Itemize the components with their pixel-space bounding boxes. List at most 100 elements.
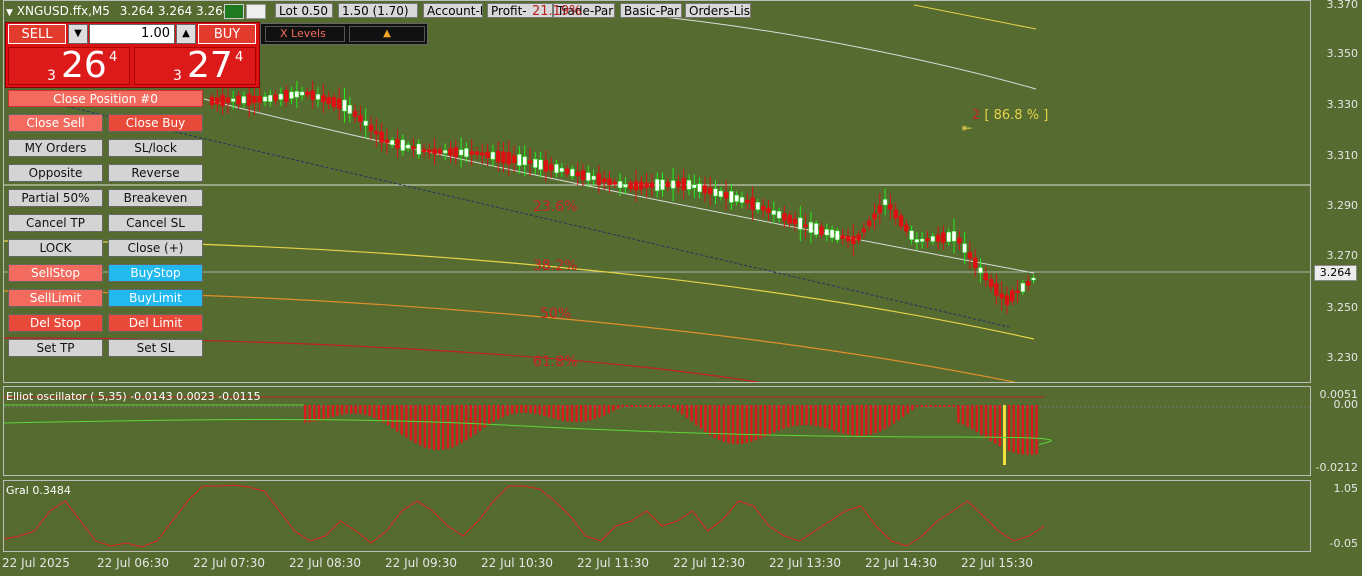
oscillator-bar [598,405,601,418]
lot-increase-button[interactable]: ▲ [176,24,196,44]
price-axis-label: 3.310 [1326,149,1359,162]
time-axis-label: 22 Jul 2025 [2,556,70,570]
candle-body [575,171,580,177]
buy-stop-button[interactable]: BuyStop [108,264,203,282]
candle-body [262,96,268,102]
oscillator-bar [823,405,827,429]
oscillator-bar [860,405,863,436]
breakeven-button[interactable]: Breakeven [108,189,203,207]
chart-mode-icon[interactable] [246,4,266,19]
candle-body [548,164,554,171]
reverse-button[interactable]: Reverse [108,164,203,182]
sl-lock-button[interactable]: SL/lock [108,139,203,157]
set-sl-button[interactable]: Set SL [108,339,203,357]
cancel-tp-button[interactable]: Cancel TP [8,214,103,232]
time-axis-label: 22 Jul 10:30 [481,556,553,570]
xlevels-expand-button[interactable]: ▲ [349,26,425,42]
oscillator-bar [727,405,730,444]
buy-limit-button[interactable]: BuyLimit [108,289,203,307]
candle-body [596,173,602,185]
sell-stop-button[interactable]: SellStop [8,264,103,282]
partial-close-button[interactable]: Partial 50% [8,189,103,207]
set-tp-button[interactable]: Set TP [8,339,103,357]
candle-body [628,182,633,190]
candle-body [517,154,522,166]
candle-body [411,146,416,150]
lot-button[interactable]: Lot 0.50 [275,3,333,18]
xlevels-button[interactable]: X Levels [265,26,345,42]
candle-body [315,94,321,100]
tab-basic-params[interactable]: Basic-Par [620,3,682,18]
tab-orders-list[interactable]: Orders-List [685,3,751,18]
oscillator-bar [971,405,974,430]
candle-body [798,217,803,230]
sell-button[interactable]: SELL [8,24,66,44]
candle-body [358,115,363,122]
candle-body [220,94,225,107]
oscillator-bar [984,405,988,439]
fib-level-label: 61.8% [533,354,578,370]
sell-limit-button[interactable]: SellLimit [8,289,103,307]
elliot-oscillator-pane[interactable]: Elliot oscillator ( 5,35) -0.0143 0.0023… [3,386,1311,476]
del-stop-button[interactable]: Del Stop [8,314,103,332]
close-plus-button[interactable]: Close (+) [108,239,203,257]
lot-decrease-button[interactable]: ▼ [68,24,88,44]
candle-body [246,93,252,106]
my-orders-button[interactable]: MY Orders [8,139,103,157]
candle-body [368,124,374,131]
oscillator-bar [718,405,721,441]
candle-body [1004,295,1010,306]
oscillator-bar [653,405,656,407]
buy-price-button[interactable]: 3 27 4 [134,45,256,86]
trading-chart-window: Elliot oscillator ( 5,35) -0.0143 0.0023… [0,0,1362,576]
oscillator-bar [869,405,873,435]
oscillator-bar [796,405,799,426]
candle-body [787,214,792,224]
oscillator-bar [856,405,859,436]
oscillator-bar [989,405,992,441]
lot-value-button[interactable]: 1.50 (1.70) [338,3,418,18]
candle-body [1015,290,1020,294]
del-limit-button[interactable]: Del Limit [108,314,203,332]
oscillator-bar [584,405,587,422]
candle-body [342,99,347,112]
candle-body [469,151,474,155]
close-buy-button[interactable]: Close Buy [108,114,203,132]
channel-line-white [643,14,1037,90]
oscillator-bar [313,405,316,422]
sell-price-button[interactable]: 3 26 4 [8,45,130,86]
oscillator-bar [446,405,449,449]
candle-body [792,218,798,225]
oscillator-bar [667,405,670,407]
candle-body [586,172,591,181]
candle-body [654,178,660,191]
candle-body [856,234,861,241]
lot-input[interactable]: 1.00 [89,24,175,44]
candle-body [840,235,845,239]
oscillator-bar [552,405,555,419]
candle-body [845,236,851,242]
tab-account-info[interactable]: Account-I [423,3,483,18]
candle-body [665,182,671,187]
candle-body [522,156,527,166]
gral-indicator-pane[interactable]: Gral 0.3484 [3,480,1311,552]
lock-button[interactable]: LOCK [8,239,103,257]
candle-body [776,211,782,219]
opposite-button[interactable]: Opposite [8,164,103,182]
candle-body [904,224,909,232]
oscillator-bar [672,405,675,409]
oscillator-bar [833,405,836,431]
candle-mode-icon[interactable] [224,4,244,19]
close-position-button[interactable]: Close Position #0 [8,90,203,107]
oscillator-bar [428,405,431,449]
cancel-sl-button[interactable]: Cancel SL [108,214,203,232]
close-sell-button[interactable]: Close Sell [8,114,103,132]
candle-body [972,257,978,269]
oscillator-bar [423,405,426,448]
oscillator-bar [649,405,652,407]
oscillator-bar [1035,405,1038,455]
candle-body [951,231,957,242]
buy-button[interactable]: BUY [198,24,256,44]
oscillator-bar [345,405,348,415]
candle-body [252,95,257,103]
